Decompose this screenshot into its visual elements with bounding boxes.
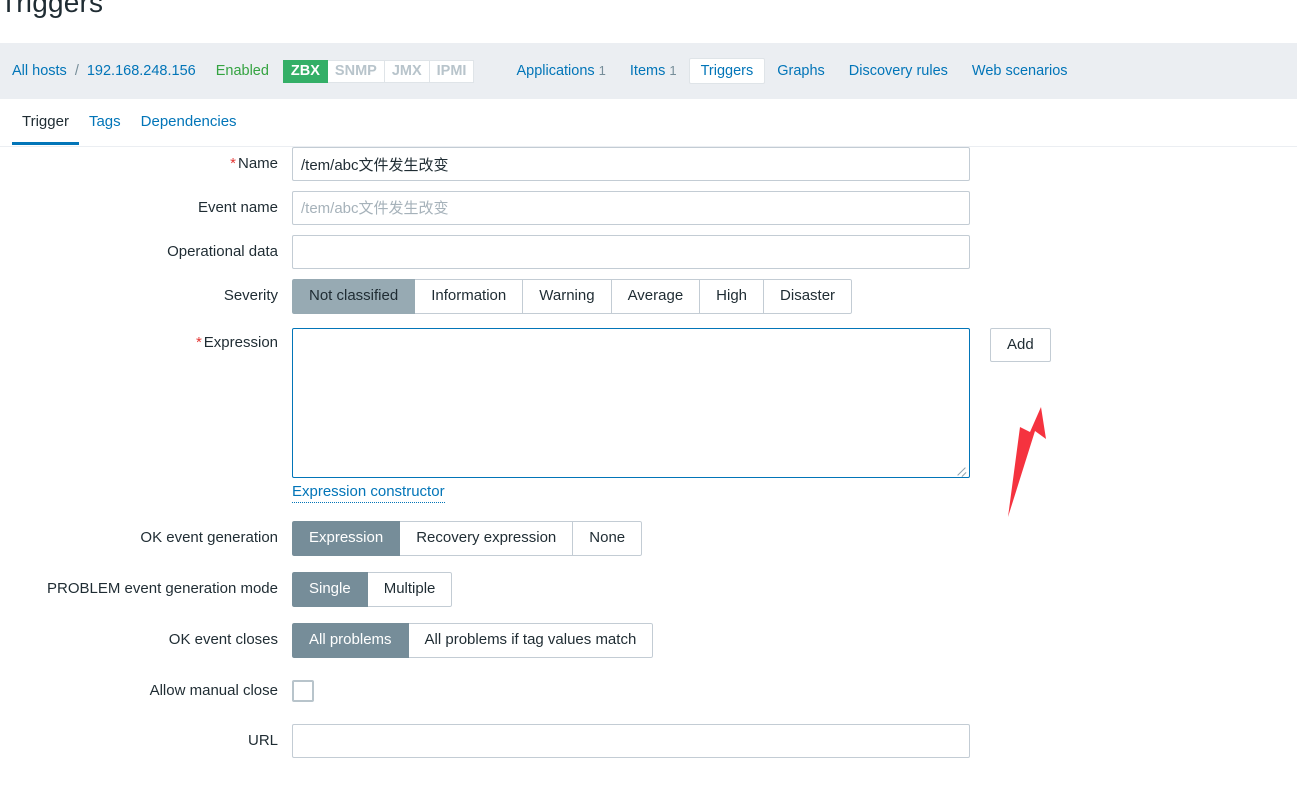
label-name: * Name (0, 147, 292, 181)
expression-textarea[interactable] (292, 328, 970, 478)
form-row-operational-data: Operational data (0, 235, 1297, 269)
severity-segmented-control: Not classified Information Warning Avera… (292, 279, 853, 314)
operational-data-input[interactable] (292, 235, 970, 269)
label-ok-event-closes: OK event closes (168, 631, 278, 648)
problem-event-generation-mode-segmented-control: Single Multiple (292, 572, 453, 607)
field-event-name-wrap (292, 191, 970, 225)
expression-constructor-link[interactable]: Expression constructor (292, 482, 445, 503)
nav-link-web-scenarios[interactable]: Web scenarios (960, 58, 1080, 84)
ok-event-generation-option-recovery-expression[interactable]: Recovery expression (400, 521, 574, 556)
nav-link-items-count: 1 (669, 63, 677, 78)
event-name-input[interactable] (292, 191, 970, 225)
form-row-ok-event-closes: OK event closes All problems All problem… (0, 623, 1297, 658)
severity-option-warning[interactable]: Warning (523, 279, 612, 314)
form-row-expression: * Expression Add (0, 328, 1297, 478)
nav-link-applications-label: Applications (516, 63, 595, 79)
expression-textarea-wrap (292, 328, 970, 478)
breadcrumb-all-hosts-link[interactable]: All hosts (10, 63, 69, 79)
field-expression-wrap: Add (292, 328, 1051, 478)
label-severity: Severity (223, 287, 278, 304)
interface-badge-snmp[interactable]: SNMP (327, 59, 385, 83)
field-allow-manual-close-wrap (292, 674, 314, 702)
label-url: URL (247, 732, 278, 749)
field-url-wrap (292, 724, 970, 758)
field-problem-event-generation-mode-wrap: Single Multiple (292, 572, 453, 607)
label-name-text: Name (237, 155, 278, 172)
problem-event-generation-mode-option-single[interactable]: Single (292, 572, 368, 607)
field-ok-event-generation-wrap: Expression Recovery expression None (292, 521, 643, 556)
interface-badge-ipmi[interactable]: IPMI (429, 59, 475, 83)
label-expression-text: Expression (203, 334, 278, 351)
host-breadcrumb-bar: All hosts / 192.168.248.156 Enabled ZBX … (0, 43, 1297, 99)
tab-tags[interactable]: Tags (79, 99, 131, 145)
label-ok-event-generation: OK event generation (140, 529, 278, 546)
breadcrumb-separator: / (74, 63, 79, 79)
label-allow-manual-close: Allow manual close (149, 682, 278, 699)
severity-option-not-classified[interactable]: Not classified (292, 279, 416, 314)
trigger-form: *Name Event name Operational data Severi… (0, 147, 1297, 768)
required-marker-name: * (230, 155, 236, 172)
nav-link-triggers-label: Triggers (700, 63, 754, 79)
ok-event-generation-option-expression[interactable]: Expression (292, 521, 401, 556)
host-status-label: Enabled (215, 63, 269, 79)
form-tabs: Trigger Tags Dependencies (0, 99, 1297, 147)
ok-event-closes-option-all-problems-if-tag-values-match[interactable]: All problems if tag values match (408, 623, 654, 658)
severity-option-high[interactable]: High (700, 279, 765, 314)
nav-link-triggers[interactable]: Triggers (688, 58, 766, 84)
ok-event-closes-segmented-control: All problems All problems if tag values … (292, 623, 654, 658)
tab-trigger[interactable]: Trigger (12, 99, 79, 145)
form-row-severity: Severity Not classified Information Warn… (0, 279, 1297, 314)
severity-option-disaster[interactable]: Disaster (764, 279, 853, 314)
form-row-name: * Name (0, 147, 1297, 181)
form-row-allow-manual-close: Allow manual close (0, 674, 1297, 708)
breadcrumb-host-name-link[interactable]: 192.168.248.156 (85, 63, 198, 79)
field-operational-data-wrap (292, 235, 970, 269)
field-ok-event-closes-wrap: All problems All problems if tag values … (292, 623, 654, 658)
form-row-url: URL (0, 724, 1297, 758)
interface-availability-group: ZBX SNMP JMX IPMI (282, 59, 475, 83)
form-row-ok-event-generation: OK event generation Expression Recovery … (0, 521, 1297, 556)
label-event-name: Event name (197, 199, 278, 216)
label-problem-event-generation-mode: PROBLEM event generation mode (47, 580, 278, 597)
ok-event-closes-option-all-problems[interactable]: All problems (292, 623, 409, 658)
url-input[interactable] (292, 724, 970, 758)
form-row-event-name: Event name (0, 191, 1297, 225)
nav-link-items-label: Items (629, 63, 666, 79)
label-expression: * Expression (0, 328, 292, 358)
host-nav-links: Applications 1 Items 1 Triggers Graphs Dis… (504, 58, 1079, 84)
form-row-problem-event-generation-mode: PROBLEM event generation mode Single Mul… (0, 572, 1297, 607)
allow-manual-close-checkbox[interactable] (292, 680, 314, 702)
nav-link-graphs[interactable]: Graphs (765, 58, 837, 84)
label-operational-data: Operational data (167, 243, 278, 260)
required-marker-expression: * (195, 334, 202, 351)
interface-badge-zbx[interactable]: ZBX (282, 59, 328, 83)
nav-link-applications-count: 1 (598, 63, 606, 78)
page-title: Triggers (0, 0, 104, 18)
nav-link-web-scenarios-label: Web scenarios (971, 63, 1068, 79)
nav-link-discovery-rules[interactable]: Discovery rules (837, 58, 960, 84)
interface-badge-jmx[interactable]: JMX (384, 59, 430, 83)
severity-option-information[interactable]: Information (415, 279, 524, 314)
nav-link-discovery-rules-label: Discovery rules (848, 63, 948, 79)
field-name-wrap (292, 147, 970, 181)
field-severity-wrap: Not classified Information Warning Avera… (292, 279, 853, 314)
tab-dependencies[interactable]: Dependencies (131, 99, 247, 145)
problem-event-generation-mode-option-multiple[interactable]: Multiple (367, 572, 453, 607)
severity-option-average[interactable]: Average (611, 279, 701, 314)
nav-link-items[interactable]: Items 1 (618, 58, 689, 84)
nav-link-applications[interactable]: Applications 1 (504, 58, 617, 84)
form-row-expression-constructor: Expression constructor (0, 478, 1297, 503)
nav-link-graphs-label: Graphs (777, 63, 825, 79)
name-input[interactable] (292, 147, 970, 181)
ok-event-generation-segmented-control: Expression Recovery expression None (292, 521, 643, 556)
add-expression-button[interactable]: Add (990, 328, 1051, 362)
ok-event-generation-option-none[interactable]: None (573, 521, 643, 556)
zabbix-trigger-edit-page: Triggers All hosts / 192.168.248.156 Ena… (0, 0, 1297, 793)
